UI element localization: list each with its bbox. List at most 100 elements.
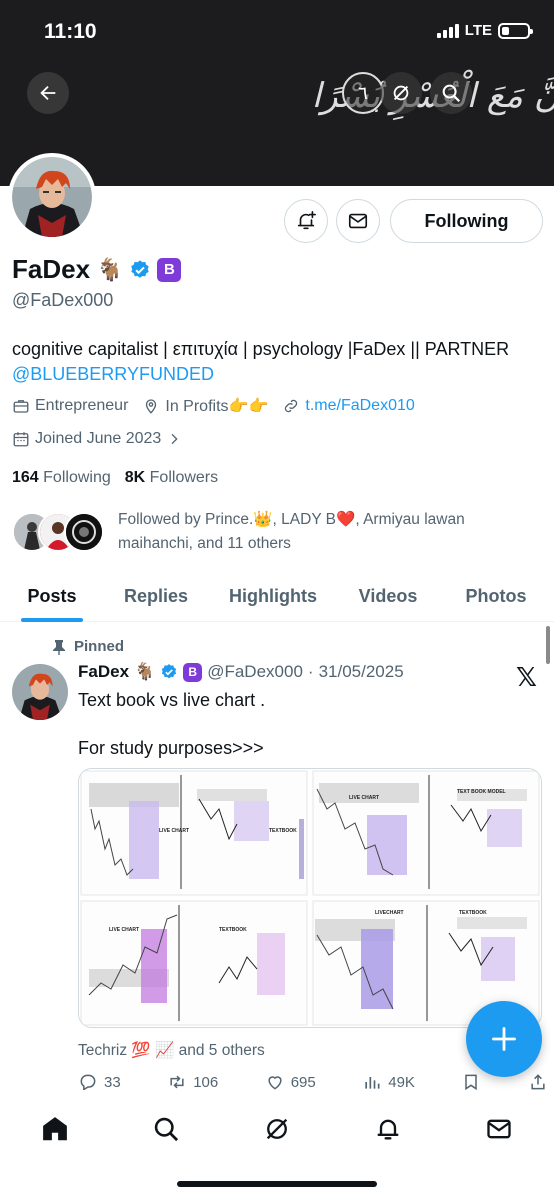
avatar-image <box>12 157 92 237</box>
pin-icon <box>53 639 65 655</box>
views-count: 49K <box>388 1073 415 1091</box>
notify-button[interactable] <box>284 199 328 243</box>
liked-by-text[interactable]: Techriz 💯 📈 and 5 others <box>78 1041 265 1060</box>
banner-ornament-number: ٦ <box>342 72 384 114</box>
post-author-name[interactable]: FaDex <box>78 662 129 682</box>
reply-count: 33 <box>104 1073 121 1091</box>
tab-videos[interactable]: Videos <box>338 570 438 622</box>
post-date[interactable]: 31/05/2025 <box>319 662 404 682</box>
like-count: 695 <box>290 1073 316 1091</box>
repost-button[interactable]: 106 <box>167 1072 218 1092</box>
meta-joined[interactable]: Joined June 2023 <box>12 430 182 448</box>
home-icon <box>43 1117 68 1141</box>
website-link[interactable]: t.me/FaDex010 <box>305 397 414 415</box>
status-indicators: LTE <box>436 22 533 39</box>
tab-highlights[interactable]: Highlights <box>208 570 338 622</box>
battery-icon <box>498 22 533 39</box>
post-avatar-image <box>12 664 68 720</box>
following-label: Following <box>43 469 111 486</box>
chevron-right-icon <box>171 433 178 445</box>
nav-search[interactable] <box>141 1104 191 1154</box>
meta-profession: Entrepreneur <box>12 397 128 415</box>
link-icon <box>285 399 298 413</box>
profile-tabs: Posts Replies Highlights Videos Photos <box>0 570 554 622</box>
chart-label-text-book-model: TEXT BOOK MODEL <box>457 789 506 795</box>
share-icon <box>531 1074 545 1090</box>
message-button[interactable] <box>336 199 380 243</box>
network-type: LTE <box>464 22 492 39</box>
plus-icon <box>492 1027 516 1051</box>
goat-emoji: 🐐 <box>96 256 124 282</box>
profile-avatar[interactable] <box>8 153 96 241</box>
follow-counts: 164 Following 8K Followers <box>12 469 218 487</box>
search-icon <box>154 1117 179 1142</box>
chart-label-live-chart: LIVE CHART <box>109 927 139 933</box>
calendar-icon <box>13 432 29 447</box>
views-button[interactable]: 49K <box>362 1072 415 1092</box>
verified-badge-icon[interactable] <box>129 259 151 281</box>
meta-website[interactable]: t.me/FaDex010 <box>282 397 415 415</box>
scrollbar[interactable] <box>546 626 550 664</box>
tab-replies[interactable]: Replies <box>104 570 208 622</box>
profile-name-row: FaDex 🐐 B <box>12 254 182 285</box>
like-button[interactable]: 695 <box>265 1072 316 1092</box>
followers-label: Followers <box>149 469 219 486</box>
slash-circle-icon <box>393 85 409 101</box>
post-header: FaDex 🐐 B @FaDex000 · 31/05/2025 <box>78 662 404 682</box>
profile-meta: Entrepreneur In Profits👉👉 t.me/FaDex010 <box>12 396 415 416</box>
verified-badge-icon <box>162 664 177 679</box>
nav-home[interactable] <box>30 1104 80 1154</box>
mutual-avatar <box>64 512 104 552</box>
briefcase-icon <box>13 400 29 413</box>
chart-label-live-chart: LIVE CHART <box>159 828 189 834</box>
followed-by-row[interactable]: Followed by Prince.👑, LADY B❤️, Armiyau … <box>12 508 538 556</box>
post-text: Text book vs live chart . For study purp… <box>78 690 266 758</box>
bookmark-button[interactable] <box>461 1072 481 1092</box>
heart-icon <box>268 1076 282 1090</box>
chart-label-textbook: TEXTBOOK <box>459 910 487 916</box>
post-separator: · <box>307 662 314 681</box>
reply-button[interactable]: 33 <box>78 1072 121 1092</box>
affiliate-badge[interactable]: B <box>157 257 182 282</box>
followers-count-link[interactable]: 8K Followers <box>125 469 218 487</box>
repost-count: 106 <box>193 1073 219 1091</box>
grok-icon <box>266 1118 288 1140</box>
pinned-indicator: Pinned <box>52 638 124 655</box>
bell-plus-icon <box>297 211 316 230</box>
profile-bio: cognitive capitalist | επιτυχία | psycho… <box>12 337 552 387</box>
chart-label-textbook: TEXTBOOK <box>269 828 297 834</box>
search-button[interactable] <box>430 72 472 114</box>
nav-notifications[interactable] <box>363 1104 413 1154</box>
envelope-icon <box>348 213 368 229</box>
nav-messages[interactable] <box>474 1104 524 1154</box>
display-name: FaDex <box>12 254 91 284</box>
joined-text: Joined June 2023 <box>35 430 162 447</box>
chart-label-livechart: LIVECHART <box>375 910 404 916</box>
following-count-link[interactable]: 164 Following <box>12 469 111 487</box>
chart-label-textbook: TEXTBOOK <box>219 927 247 933</box>
post-media[interactable]: LIVE CHART TEXTBOOK LIVE CHART TEXT BOOK… <box>78 768 542 1028</box>
search-icon <box>442 84 461 103</box>
chart-panel-1: LIVE CHART TEXTBOOK <box>80 770 308 896</box>
chart-label-live-chart: LIVE CHART <box>349 795 379 801</box>
repost-icon <box>170 1075 184 1089</box>
grok-button[interactable] <box>380 72 422 114</box>
home-indicator[interactable] <box>177 1181 377 1187</box>
back-button[interactable] <box>27 72 69 114</box>
signal-icon <box>436 23 459 38</box>
tab-photos[interactable]: Photos <box>438 570 554 622</box>
post-author-emoji: 🐐 <box>134 662 156 681</box>
following-button[interactable]: Following <box>390 199 543 243</box>
nav-grok[interactable] <box>252 1104 302 1154</box>
status-time: 11:10 <box>44 20 97 43</box>
share-button[interactable] <box>528 1072 548 1092</box>
bio-mention-link[interactable]: @BLUEBERRYFUNDED <box>12 362 552 387</box>
tab-posts[interactable]: Posts <box>0 570 104 622</box>
compose-button[interactable] <box>466 1001 542 1077</box>
profile-banner[interactable]: 11:10 LTE إِنَّ مَعَ الْعُسْرِ يُسْرًا ٦ <box>0 0 554 186</box>
bio-text: cognitive capitalist | επιτυχία | psycho… <box>12 339 510 359</box>
post-affiliate-badge: B <box>183 662 203 682</box>
post-author-avatar[interactable] <box>12 664 68 720</box>
profile-handle: @FaDex000 <box>12 290 114 310</box>
bar-chart-icon <box>365 1077 380 1089</box>
